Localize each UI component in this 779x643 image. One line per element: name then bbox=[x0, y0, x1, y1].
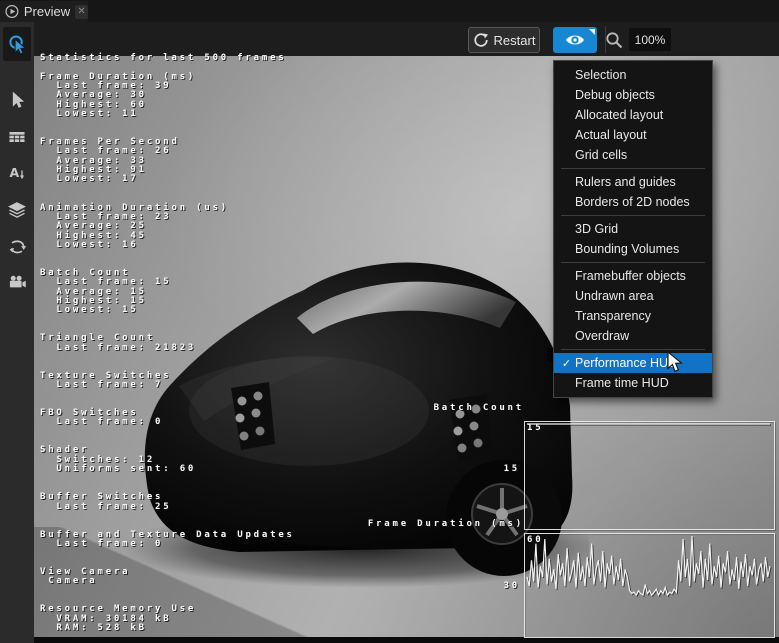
menu-item-label: Actual layout bbox=[575, 128, 647, 142]
menu-item-grid-cells[interactable]: Grid cells bbox=[554, 145, 712, 165]
menu-separator bbox=[561, 262, 705, 263]
frame-duration-axis-label: 30 bbox=[470, 581, 520, 591]
text-a-icon: A bbox=[7, 163, 27, 183]
visualizations-menu: Selection Debug objects Allocated layout Ac… bbox=[553, 60, 713, 398]
select-tool-button[interactable] bbox=[3, 86, 31, 114]
menu-item-label: Grid cells bbox=[575, 148, 627, 162]
tool-sidebar: A bbox=[0, 22, 34, 643]
batch-count-graph-title: Batch Count bbox=[234, 403, 524, 413]
batch-count-graph bbox=[524, 421, 775, 530]
grid-tool-button[interactable] bbox=[3, 123, 31, 151]
menu-item-debug-objects[interactable]: Debug objects bbox=[554, 85, 712, 105]
preview-toolbar: Restart 100% bbox=[34, 22, 779, 56]
menu-item-frame-time-hud[interactable]: Frame time HUD bbox=[554, 373, 712, 393]
menu-item-transparency[interactable]: Transparency bbox=[554, 306, 712, 326]
menu-item-rulers-and-guides[interactable]: Rulers and guides bbox=[554, 172, 712, 192]
menu-item-framebuffer-objects[interactable]: Framebuffer objects bbox=[554, 266, 712, 286]
zoom-magnifier-icon bbox=[604, 30, 624, 50]
menu-item-label: Frame time HUD bbox=[575, 376, 669, 390]
batch-count-max-label: 15 bbox=[527, 423, 543, 433]
menu-item-actual-layout[interactable]: Actual layout bbox=[554, 125, 712, 145]
menu-item-allocated-layout[interactable]: Allocated layout bbox=[554, 105, 712, 125]
tab-bar: Preview ✕ bbox=[0, 0, 779, 22]
layers-tool-button[interactable] bbox=[3, 196, 31, 224]
grid-icon bbox=[7, 127, 27, 147]
menu-item-selection[interactable]: Selection bbox=[554, 65, 712, 85]
interact-cursor-icon bbox=[6, 33, 28, 55]
menu-item-label: Rulers and guides bbox=[575, 175, 676, 189]
video-camera-icon bbox=[7, 272, 27, 292]
curved-arrow-icon bbox=[7, 237, 27, 257]
restart-button[interactable]: Restart bbox=[468, 27, 540, 53]
menu-item-3d-grid[interactable]: 3D Grid bbox=[554, 219, 712, 239]
tab-title: Preview bbox=[24, 4, 70, 19]
menu-item-overdraw[interactable]: Overdraw bbox=[554, 326, 712, 346]
mouse-cursor bbox=[666, 351, 686, 374]
eye-icon bbox=[564, 32, 586, 48]
restart-icon bbox=[473, 32, 489, 48]
connections-tool-button[interactable] bbox=[3, 233, 31, 261]
menu-item-label: Debug objects bbox=[575, 88, 655, 102]
batch-count-axis-label: 15 bbox=[470, 464, 520, 474]
play-circle-icon bbox=[5, 4, 19, 19]
preview-window: Preview ✕ bbox=[0, 0, 779, 643]
frame-duration-graph bbox=[524, 533, 775, 638]
menu-item-label: Overdraw bbox=[575, 329, 629, 343]
menu-item-undrawn-area[interactable]: Undrawn area bbox=[554, 286, 712, 306]
menu-separator bbox=[561, 168, 705, 169]
arrow-cursor-icon bbox=[7, 90, 27, 110]
menu-item-label: 3D Grid bbox=[575, 222, 618, 236]
zoom-level-value[interactable]: 100% bbox=[629, 28, 671, 51]
menu-separator bbox=[561, 349, 705, 350]
checkmark-icon: ✓ bbox=[558, 357, 575, 370]
tab-preview[interactable]: Preview ✕ bbox=[0, 1, 88, 22]
interact-tool-button[interactable] bbox=[3, 27, 31, 61]
camera-tool-button[interactable] bbox=[3, 268, 31, 296]
text-tool-button[interactable]: A bbox=[3, 159, 31, 187]
menu-item-label: Performance HUD bbox=[575, 356, 677, 370]
menu-item-label: Allocated layout bbox=[575, 108, 663, 122]
menu-item-borders-of-2d-nodes[interactable]: Borders of 2D nodes bbox=[554, 192, 712, 212]
frame-duration-graph-title: Frame Duration (ms) bbox=[234, 519, 524, 529]
menu-item-label: Transparency bbox=[575, 309, 651, 323]
svg-text:A: A bbox=[10, 165, 20, 180]
visualizations-button[interactable] bbox=[553, 27, 597, 53]
dropdown-corner-icon bbox=[589, 29, 595, 35]
menu-item-bounding-volumes[interactable]: Bounding Volumes bbox=[554, 239, 712, 259]
menu-item-performance-hud[interactable]: ✓Performance HUD bbox=[554, 353, 712, 373]
performance-hud-text: Statistics for last 500 frames Frame Dur… bbox=[40, 54, 295, 633]
menu-item-label: Undrawn area bbox=[575, 289, 654, 303]
layers-icon bbox=[7, 200, 27, 220]
menu-item-label: Selection bbox=[575, 68, 626, 82]
tab-close-icon[interactable]: ✕ bbox=[75, 5, 88, 19]
menu-item-label: Framebuffer objects bbox=[575, 269, 686, 283]
menu-item-label: Borders of 2D nodes bbox=[575, 195, 690, 209]
restart-label: Restart bbox=[494, 33, 536, 48]
menu-item-label: Bounding Volumes bbox=[575, 242, 679, 256]
menu-separator bbox=[561, 215, 705, 216]
frame-duration-max-label: 60 bbox=[527, 535, 543, 545]
